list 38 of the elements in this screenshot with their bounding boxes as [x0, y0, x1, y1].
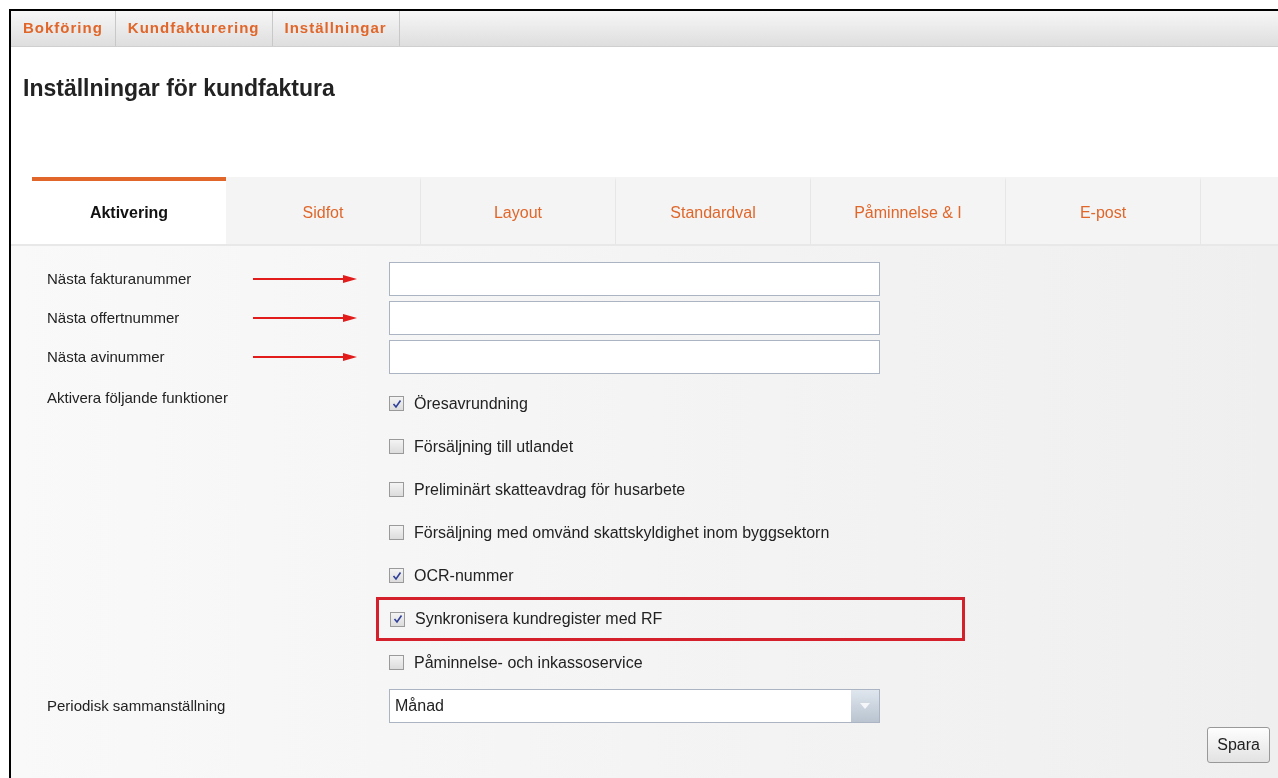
field-label: Nästa offertnummer — [47, 307, 181, 328]
tab[interactable]: Sidfot — [226, 177, 421, 244]
input-field[interactable] — [389, 340, 880, 374]
breadcrumb-link[interactable]: Kundfakturering — [115, 11, 273, 46]
checkbox[interactable] — [389, 396, 404, 411]
field-label: Nästa fakturanummer — [47, 268, 193, 289]
field-label: Periodisk sammanställning — [47, 695, 227, 716]
checkbox[interactable] — [390, 611, 405, 627]
option-label: Försäljning med omvänd skattskyldighet inom byggsektorn — [414, 522, 830, 543]
option-label: OCR-nummer — [414, 565, 514, 586]
checkmark-icon — [391, 398, 402, 409]
checkbox[interactable] — [389, 525, 404, 540]
field-label: Nästa avinummer — [47, 346, 166, 367]
input-field[interactable] — [389, 262, 880, 296]
option-label: Synkronisera kundregister med RF — [415, 609, 663, 629]
input-field[interactable] — [389, 301, 880, 335]
tab[interactable]: Standardval — [616, 177, 811, 244]
checkbox[interactable] — [389, 439, 404, 454]
checkbox[interactable] — [389, 568, 404, 583]
page-title: Inställningar för kundfaktura — [22, 74, 336, 103]
checkmark-icon — [392, 614, 403, 624]
checkbox[interactable] — [389, 655, 404, 670]
breadcrumb-link[interactable]: Inställningar — [272, 11, 400, 46]
tab[interactable]: Påminnelse & I — [811, 177, 1006, 244]
option-label: Påminnelse- och inkassoservice — [414, 652, 643, 673]
tab[interactable]: E-post — [1006, 177, 1201, 244]
save-button[interactable]: Spara — [1207, 727, 1270, 763]
option-label: Preliminärt skatteavdrag för husarbete — [414, 479, 686, 500]
option-label: Öresavrundning — [414, 393, 528, 414]
select-value: Månad — [394, 696, 444, 716]
checkmark-icon — [391, 570, 402, 581]
tab[interactable]: Layout — [421, 177, 616, 244]
breadcrumb-link[interactable]: Bokföring — [11, 11, 116, 46]
checkbox[interactable] — [389, 482, 404, 497]
field-label: Aktivera följande funktioner — [47, 388, 229, 408]
dropdown-icon — [860, 703, 870, 709]
option-label: Försäljning till utlandet — [414, 436, 574, 457]
period-select[interactable]: Månad — [389, 689, 880, 723]
